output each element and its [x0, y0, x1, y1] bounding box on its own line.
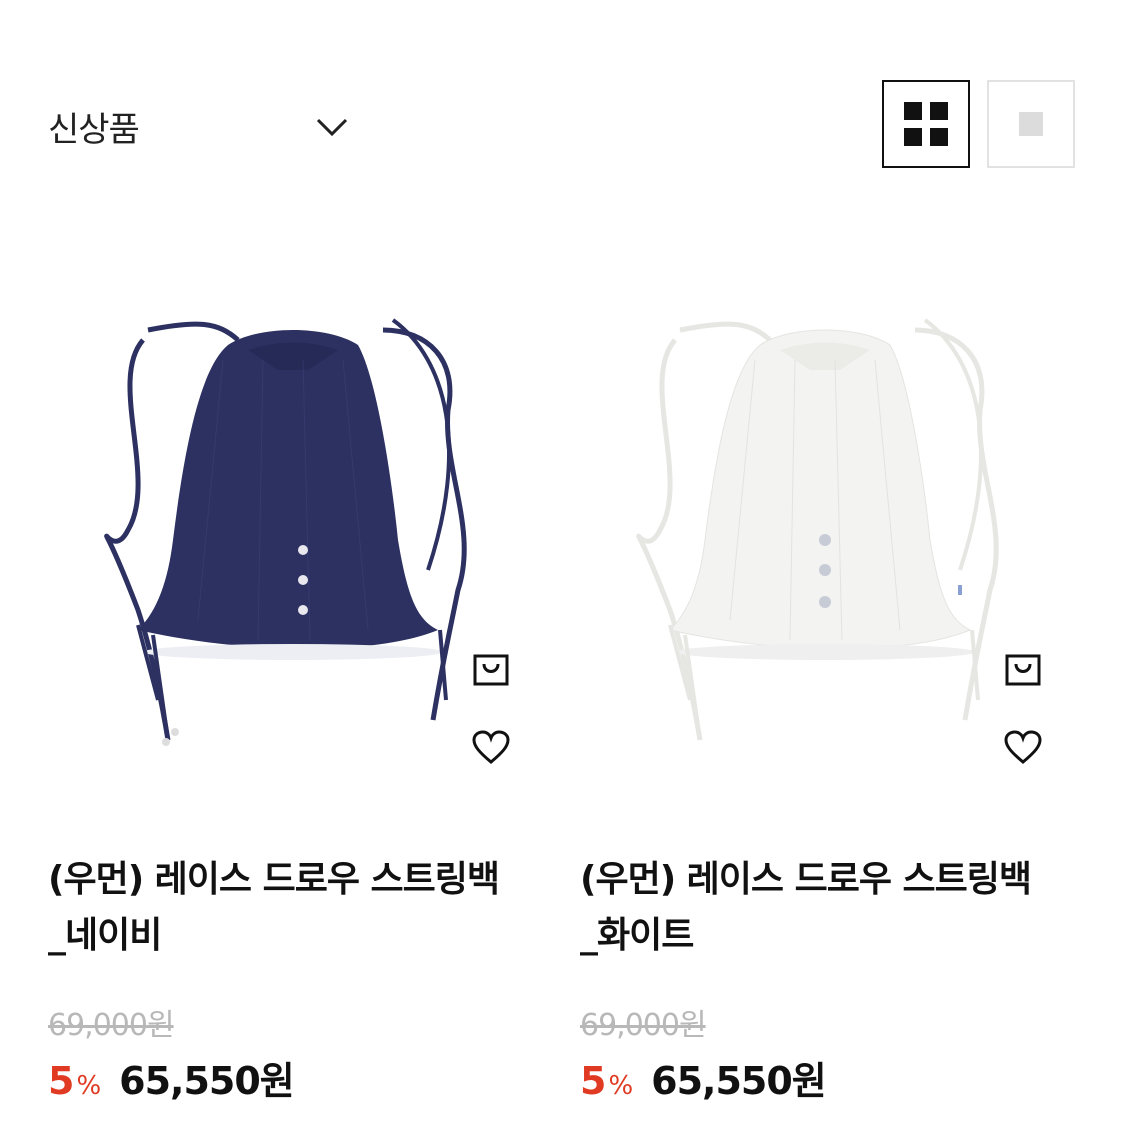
- sale-price: 65,550원: [651, 1059, 827, 1103]
- original-price: 69,000원: [580, 1008, 707, 1043]
- add-to-cart-icon[interactable]: [471, 652, 511, 688]
- product-card[interactable]: (우먼) 레이스 드로우 스트링백 _화이트 69,000원 5 % 65,55…: [580, 300, 1070, 1103]
- grid-view-button[interactable]: [882, 80, 970, 168]
- sort-label: 신상품: [48, 109, 140, 150]
- single-view-icon: [1019, 112, 1043, 136]
- single-view-button[interactable]: [987, 80, 1075, 168]
- sort-dropdown[interactable]: 신상품: [48, 96, 358, 156]
- sale-price-line: 5 % 65,550원: [48, 1050, 295, 1105]
- product-photo-white-bag: [636, 318, 999, 741]
- original-price: 69,000원: [48, 1008, 175, 1043]
- sale-price-line: 5 % 65,550원: [580, 1050, 827, 1105]
- product-name-line1: (우먼) 레이스 드로우 스트링백: [580, 859, 1032, 900]
- product-name[interactable]: (우먼) 레이스 드로우 스트링백 _네이비: [48, 852, 548, 964]
- wishlist-heart-icon[interactable]: [471, 730, 511, 766]
- add-to-cart-icon[interactable]: [1003, 652, 1043, 688]
- wishlist-heart-icon[interactable]: [1003, 730, 1043, 766]
- discount-unit: %: [76, 1071, 102, 1101]
- grid-view-icon: [904, 102, 948, 146]
- product-image[interactable]: [580, 300, 1070, 780]
- product-name-line2: _화이트: [580, 915, 694, 956]
- sale-price: 65,550원: [119, 1059, 295, 1103]
- product-card[interactable]: (우먼) 레이스 드로우 스트링백 _네이비 69,000원 5 % 65,55…: [48, 300, 538, 1103]
- chevron-down-icon: [316, 118, 348, 137]
- product-name[interactable]: (우먼) 레이스 드로우 스트링백 _화이트: [580, 852, 1080, 964]
- discount-unit: %: [608, 1071, 634, 1101]
- product-image[interactable]: [48, 300, 538, 780]
- discount-rate: 5: [48, 1059, 75, 1103]
- list-toolbar: 신상품: [0, 0, 1125, 200]
- product-name-line1: (우먼) 레이스 드로우 스트링백: [48, 859, 500, 900]
- discount-rate: 5: [580, 1059, 607, 1103]
- product-name-line2: _네이비: [48, 915, 162, 956]
- product-photo-navy-bag: [104, 318, 467, 746]
